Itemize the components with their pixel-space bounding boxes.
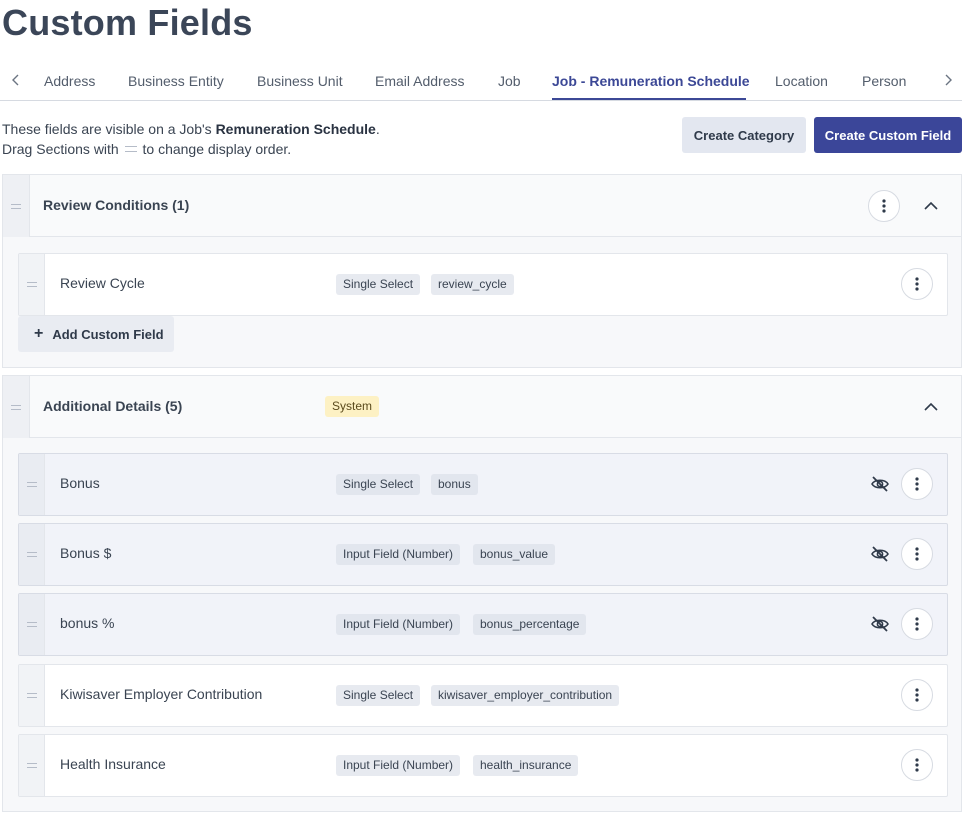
section-title: Review Conditions (1) (43, 197, 190, 213)
field-drag-handle[interactable] (19, 524, 45, 585)
tab-address[interactable]: Address (44, 73, 95, 89)
field-key-chip: review_cycle (431, 274, 514, 295)
drag-handle-icon (26, 622, 37, 627)
tab-location[interactable]: Location (775, 73, 828, 89)
drag-handle-icon (11, 203, 21, 209)
tab-business-unit[interactable]: Business Unit (257, 73, 343, 89)
more-vertical-icon (915, 758, 919, 772)
more-vertical-icon (915, 547, 919, 561)
tab-person[interactable]: Person (862, 73, 906, 89)
intro-line2-prefix: Drag Sections with (2, 141, 119, 157)
field-name: Bonus (60, 475, 100, 491)
more-vertical-icon (915, 477, 919, 491)
field-drag-handle[interactable] (19, 254, 45, 315)
more-vertical-icon (915, 617, 919, 631)
field-drag-handle[interactable] (19, 454, 45, 515)
field-key-chip: kiwisaver_employer_contribution (431, 685, 620, 706)
drag-handle-icon (26, 282, 37, 287)
tab-bar: Address Business Entity Business Unit Em… (0, 62, 962, 101)
field-menu-button[interactable] (901, 749, 933, 781)
chevron-up-icon (924, 201, 938, 210)
field-type-chip: Input Field (Number) (336, 614, 461, 635)
drag-handle-icon (26, 693, 37, 698)
field-name: bonus % (60, 615, 115, 631)
eye-off-icon[interactable] (870, 545, 890, 563)
tab-job-remuneration-schedule[interactable]: Job - Remuneration Schedule (552, 73, 750, 89)
plus-icon: + (34, 325, 44, 342)
field-drag-handle[interactable] (19, 735, 45, 796)
field-menu-button[interactable] (901, 468, 933, 500)
field-row-bonus: Bonus Single Select bonus (18, 453, 948, 516)
section-header: Additional Details (5) System (3, 376, 961, 438)
more-vertical-icon (882, 199, 886, 213)
field-drag-handle[interactable] (19, 665, 45, 726)
active-tab-indicator (552, 98, 746, 100)
intro-line1-bold: Remuneration Schedule (215, 121, 376, 137)
drag-handle-icon (124, 146, 137, 153)
intro-text: These fields are visible on a Job's Remu… (2, 119, 380, 159)
field-drag-handle[interactable] (19, 594, 45, 655)
create-custom-field-button[interactable]: Create Custom Field (814, 117, 962, 153)
section-review-conditions: Review Conditions (1) Review Cycle Singl… (2, 174, 962, 368)
drag-handle-icon (11, 404, 21, 410)
field-type-chip: Input Field (Number) (336, 544, 461, 565)
field-key-chip: bonus (431, 474, 478, 495)
tab-email-address[interactable]: Email Address (375, 73, 464, 89)
field-row-kiwisaver-employer-contribution: Kiwisaver Employer Contribution Single S… (18, 664, 948, 727)
section-drag-handle[interactable] (3, 175, 30, 237)
field-menu-button[interactable] (901, 679, 933, 711)
chevron-up-icon (924, 402, 938, 411)
field-menu-button[interactable] (901, 268, 933, 300)
section-header: Review Conditions (1) (3, 175, 961, 237)
field-name: Review Cycle (60, 275, 145, 291)
field-row-bonus-percentage: bonus % Input Field (Number) bonus_perce… (18, 593, 948, 656)
field-name: Bonus $ (60, 545, 112, 561)
more-vertical-icon (915, 688, 919, 702)
tab-job[interactable]: Job (498, 73, 521, 89)
chevron-left-icon[interactable] (8, 72, 24, 88)
create-category-button[interactable]: Create Category (682, 117, 806, 153)
intro-line1-prefix: These fields are visible on a Job's (2, 121, 216, 137)
drag-handle-icon (26, 482, 37, 487)
drag-handle-icon (26, 552, 37, 557)
intro-line1-suffix: . (375, 121, 380, 137)
system-badge: System (325, 396, 380, 417)
add-custom-field-label: Add Custom Field (52, 326, 164, 342)
section-title: Additional Details (5) (43, 398, 183, 414)
section-drag-handle[interactable] (3, 376, 30, 438)
add-custom-field-button[interactable]: + Add Custom Field (18, 316, 174, 352)
collapse-section-button[interactable] (922, 197, 940, 215)
section-menu-button[interactable] (868, 190, 900, 222)
field-type-chip: Single Select (336, 685, 421, 706)
field-name: Health Insurance (60, 756, 166, 772)
page-title: Custom Fields (2, 2, 253, 43)
field-row-health-insurance: Health Insurance Input Field (Number) he… (18, 734, 948, 797)
field-key-chip: health_insurance (473, 755, 579, 776)
section-additional-details: Additional Details (5) System Bonus Sing… (2, 375, 962, 812)
field-row-review-cycle: Review Cycle Single Select review_cycle (18, 253, 948, 316)
drag-handle-icon (26, 763, 37, 768)
chevron-right-icon[interactable] (940, 72, 956, 88)
field-key-chip: bonus_value (473, 544, 556, 565)
field-type-chip: Single Select (336, 274, 421, 295)
field-row-bonus-value: Bonus $ Input Field (Number) bonus_value (18, 523, 948, 586)
field-key-chip: bonus_percentage (473, 614, 587, 635)
field-menu-button[interactable] (901, 608, 933, 640)
field-menu-button[interactable] (901, 538, 933, 570)
eye-off-icon[interactable] (870, 615, 890, 633)
field-name: Kiwisaver Employer Contribution (60, 686, 263, 702)
eye-off-icon[interactable] (870, 475, 890, 493)
collapse-section-button[interactable] (922, 398, 940, 416)
tab-business-entity[interactable]: Business Entity (128, 73, 224, 89)
field-type-chip: Single Select (336, 474, 421, 495)
intro-line2-suffix: to change display order. (142, 141, 292, 157)
field-type-chip: Input Field (Number) (336, 755, 461, 776)
more-vertical-icon (915, 277, 919, 291)
